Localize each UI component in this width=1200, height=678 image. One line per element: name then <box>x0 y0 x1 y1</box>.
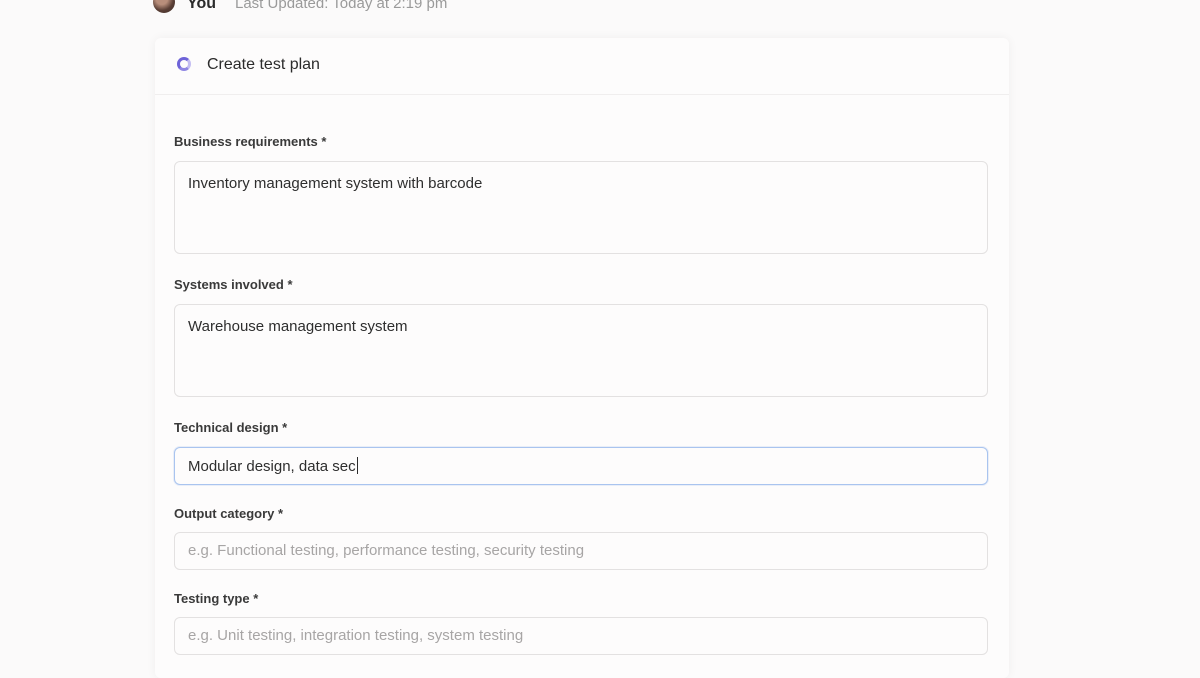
output-category-input[interactable]: e.g. Functional testing, performance tes… <box>174 532 988 570</box>
output-category-label: Output category * <box>174 506 284 521</box>
last-updated-text: Last Updated: Today at 2:19 pm <box>235 0 448 12</box>
systems-involved-value: Warehouse management system <box>188 318 408 335</box>
document-meta-bar: You Last Updated: Today at 2:19 pm <box>0 0 1200 20</box>
author-name: You <box>187 0 217 12</box>
business-requirements-textarea[interactable]: Inventory management system with barcode <box>174 161 988 254</box>
business-requirements-value: Inventory management system with barcode <box>188 175 483 192</box>
create-test-plan-form: Create test plan Business requirements *… <box>155 38 1009 678</box>
technical-design-value: Modular design, data sec <box>188 458 356 475</box>
loading-spinner-icon <box>177 57 191 71</box>
technical-design-input[interactable]: Modular design, data sec <box>174 447 988 485</box>
user-avatar[interactable] <box>153 0 175 13</box>
testing-type-label: Testing type * <box>174 591 259 606</box>
form-title: Create test plan <box>207 56 320 73</box>
output-category-placeholder: e.g. Functional testing, performance tes… <box>188 542 585 559</box>
business-requirements-label: Business requirements * <box>174 134 327 149</box>
testing-type-placeholder: e.g. Unit testing, integration testing, … <box>188 627 524 644</box>
systems-involved-textarea[interactable]: Warehouse management system <box>174 304 988 397</box>
testing-type-input[interactable]: e.g. Unit testing, integration testing, … <box>174 617 988 655</box>
text-caret <box>356 457 358 474</box>
form-header: Create test plan <box>155 38 1009 95</box>
systems-involved-label: Systems involved * <box>174 277 293 292</box>
technical-design-label: Technical design * <box>174 420 288 435</box>
